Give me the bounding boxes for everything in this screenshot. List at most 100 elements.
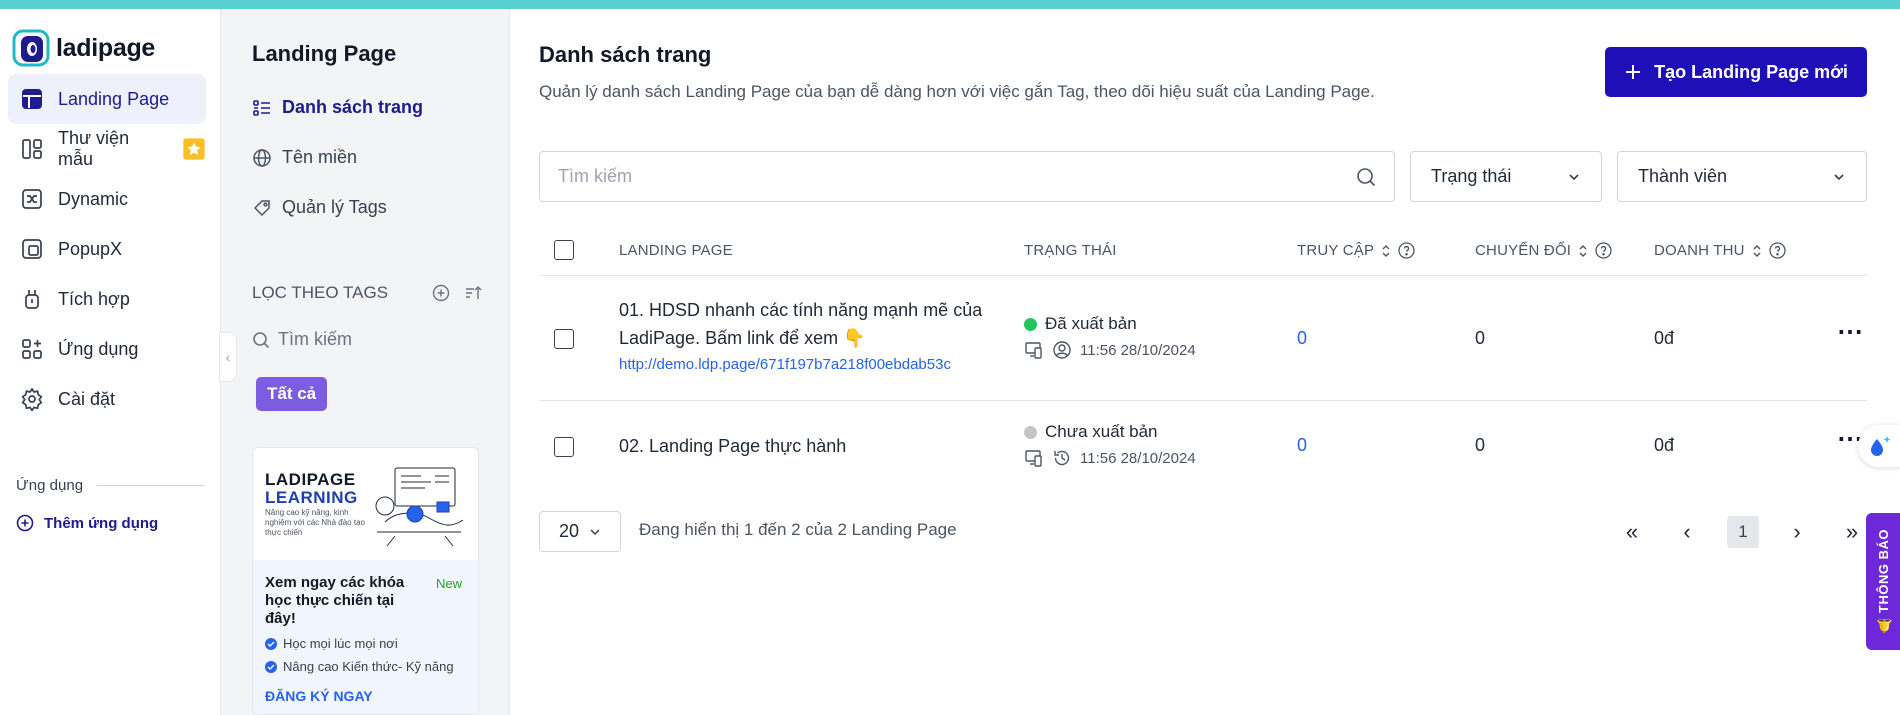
help-icon[interactable] <box>1398 242 1415 259</box>
conversions-value: 0 <box>1475 328 1486 348</box>
status-badge: Chưa xuất bản <box>1024 422 1196 442</box>
promo-bullet: Nâng cao Kiến thức- Kỹ năng <box>265 659 466 674</box>
sort-icon[interactable] <box>464 284 482 302</box>
table-header: LANDING PAGE TRẠNG THÁI TRUY CẬP CHUYỂN … <box>539 230 1867 276</box>
help-icon[interactable] <box>1595 242 1612 259</box>
status-text: Chưa xuất bản <box>1045 422 1158 441</box>
shuffle-icon <box>22 189 42 209</box>
page-name[interactable]: 02. Landing Page thực hành <box>619 432 999 460</box>
chevron-down-icon <box>590 528 600 535</box>
column-conversions[interactable]: CHUYỂN ĐỔI <box>1475 242 1612 259</box>
device-icon <box>1025 342 1042 359</box>
history-icon <box>1054 450 1070 466</box>
nav-item-popupx[interactable]: PopupX <box>8 224 206 274</box>
gear-icon <box>21 387 43 411</box>
search-input[interactable]: Tìm kiếm <box>539 151 1395 202</box>
nav-label: Cài đặt <box>58 388 116 409</box>
sub-title: Landing Page <box>252 41 397 66</box>
search-icon <box>1357 167 1376 186</box>
sparkle-drop-icon <box>1871 436 1891 456</box>
notification-tab[interactable]: 🔔 THÔNG BÁO <box>1866 513 1900 650</box>
page-size-select[interactable]: 20 <box>539 511 621 552</box>
divider <box>97 485 206 486</box>
page-url-link[interactable]: http://demo.ldp.page/671f197b7a218f00ebd… <box>619 356 999 373</box>
help-icon[interactable] <box>1769 242 1786 259</box>
learning-illustration-icon <box>375 467 464 547</box>
sub-item-label: Danh sách trang <box>282 97 424 117</box>
nav-item-landing-page[interactable]: Landing Page <box>8 74 206 124</box>
promo-bullet-text: Nâng cao Kiến thức- Kỹ năng <box>283 659 454 674</box>
column-revenue-label: DOANH THU <box>1654 242 1745 259</box>
nav-item-integration[interactable]: Tích hợp <box>8 274 206 324</box>
check-circle-icon <box>265 660 277 673</box>
tag-search-input[interactable]: Tìm kiếm <box>252 329 352 350</box>
nav-item-template-library[interactable]: Thư viện mẫu <box>8 124 206 174</box>
column-conversions-label: CHUYỂN ĐỔI <box>1475 242 1572 259</box>
library-icon <box>22 139 42 159</box>
learning-promo-card[interactable]: LADIPAGE LEARNING Nâng cao kỹ năng, kinh… <box>252 447 479 715</box>
select-all-checkbox[interactable] <box>554 240 574 260</box>
chevron-down-icon <box>1569 173 1579 180</box>
status-meta: 11:56 28/10/2024 <box>1024 340 1196 360</box>
visits-value[interactable]: 0 <box>1297 435 1307 456</box>
status-dot <box>1024 425 1037 439</box>
more-actions-icon[interactable]: ⋯ <box>1837 316 1865 347</box>
row-checkbox[interactable] <box>554 329 574 349</box>
status-filter-select[interactable]: Trạng thái <box>1410 151 1602 202</box>
notification-label: 🔔 THÔNG BÁO <box>1875 529 1891 634</box>
page-name[interactable]: 01. HDSD nhanh các tính năng mạnh mẽ của… <box>619 296 999 352</box>
nav-item-apps[interactable]: Ứng dụng <box>8 324 206 374</box>
updated-time: 11:56 28/10/2024 <box>1080 449 1196 467</box>
column-landing-page: LANDING PAGE <box>619 242 733 259</box>
column-revenue[interactable]: DOANH THU <box>1654 242 1786 259</box>
visits-value[interactable]: 0 <box>1297 328 1307 349</box>
ladipage-logo-icon <box>12 29 50 67</box>
status-text: Đã xuất bản <box>1045 314 1137 333</box>
page-cell: 02. Landing Page thực hành <box>619 432 999 460</box>
new-badge: New <box>435 576 462 591</box>
table-row[interactable]: 01. HDSD nhanh các tính năng mạnh mẽ của… <box>539 276 1867 401</box>
sub-item-domains[interactable]: Tên miền <box>252 147 357 168</box>
nav-item-dynamic[interactable]: Dynamic <box>8 174 206 224</box>
next-page-icon[interactable]: › <box>1781 516 1813 548</box>
sort-icon <box>1382 244 1390 257</box>
row-checkbox[interactable] <box>554 437 574 457</box>
nav-label: Ứng dụng <box>58 338 139 359</box>
assistant-fab[interactable] <box>1858 425 1900 467</box>
page-title: Danh sách trang <box>539 42 712 67</box>
user-circle-icon <box>1053 341 1071 359</box>
promo-brand-line1: LADIPAGE <box>265 470 356 489</box>
add-app-button[interactable]: Thêm ứng dụng <box>16 514 158 532</box>
promo-bullet: Học mọi lúc mọi nơi <box>265 636 466 651</box>
last-page-icon[interactable]: » <box>1836 516 1868 548</box>
sub-item-label: Quản lý Tags <box>282 197 387 217</box>
tag-icon <box>253 199 270 216</box>
sub-item-page-list[interactable]: Danh sách trang <box>252 97 423 118</box>
revenue-value: 0đ <box>1654 435 1675 455</box>
collapse-sidebar-toggle[interactable]: ‹ <box>219 332 237 382</box>
brand-logo[interactable]: ladipage <box>12 29 155 67</box>
revenue-value: 0đ <box>1654 328 1675 348</box>
add-tag-icon[interactable] <box>432 284 450 302</box>
column-visits[interactable]: TRUY CẬP <box>1297 242 1415 259</box>
sub-item-label: Tên miền <box>282 147 358 167</box>
create-landing-page-button[interactable]: Tạo Landing Page mới <box>1605 47 1867 97</box>
prev-page-icon[interactable]: ‹ <box>1671 516 1703 548</box>
first-page-icon[interactable]: « <box>1616 516 1648 548</box>
tag-all-chip[interactable]: Tất cả <box>256 377 328 411</box>
promo-heading: Xem ngay các khóa học thực chiến tại đây… <box>265 574 405 627</box>
nav-item-settings[interactable]: Cài đặt <box>8 374 206 424</box>
sub-item-tags[interactable]: Quản lý Tags <box>252 197 387 218</box>
search-icon <box>253 331 270 348</box>
nav-label: Thư viện mẫu <box>58 128 130 169</box>
star-badge-icon <box>183 138 205 160</box>
table-row[interactable]: 02. Landing Page thực hành Chưa xuất bản… <box>539 401 1867 493</box>
create-button-label: Tạo Landing Page mới <box>1654 61 1848 82</box>
sub-sidebar: Landing Page Danh sách trang Tên miền Qu… <box>221 9 510 715</box>
member-filter-select[interactable]: Thành viên <box>1617 151 1867 202</box>
promo-body: Xem ngay các khóa học thực chiến tại đây… <box>253 560 478 714</box>
promo-register-link[interactable]: ĐĂNG KÝ NGAY <box>265 688 466 704</box>
current-page-button[interactable]: 1 <box>1727 516 1759 548</box>
apps-section-header: Ứng dụng <box>16 477 206 494</box>
sort-icon <box>1579 244 1587 257</box>
